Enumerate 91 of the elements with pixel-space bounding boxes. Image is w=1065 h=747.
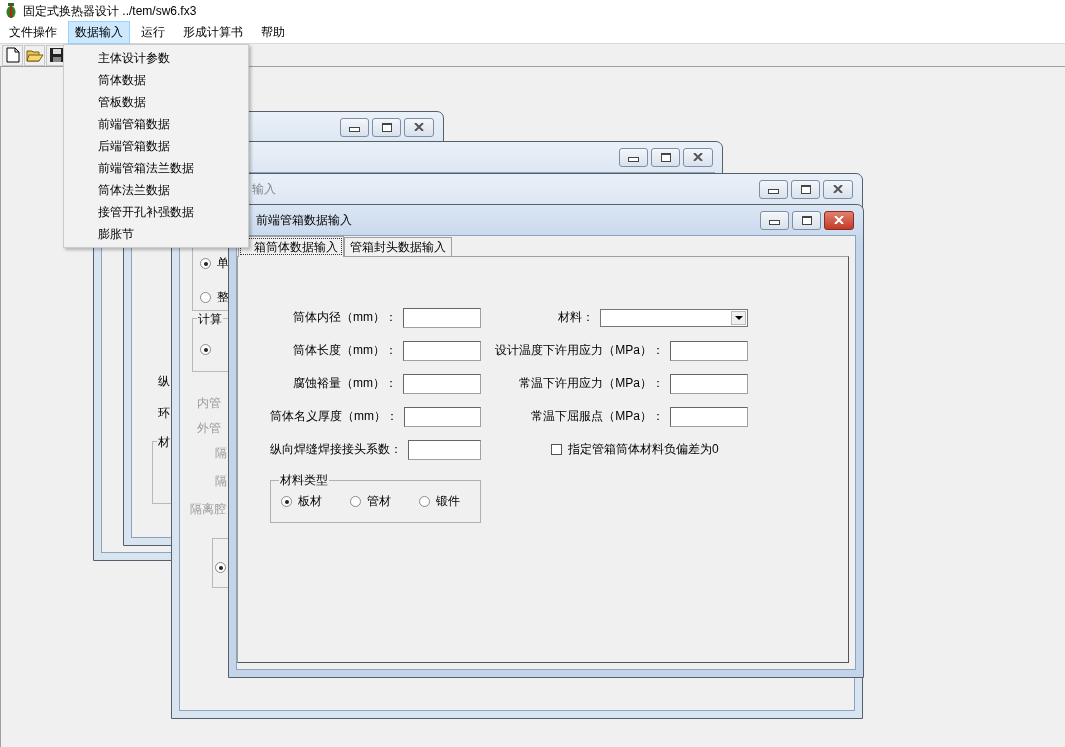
- maximize-button[interactable]: [651, 147, 680, 167]
- field-label: 隔离腔: [190, 501, 226, 518]
- field-label: 腐蚀裕量（mm）：: [293, 375, 397, 392]
- field-label: 内管: [197, 395, 221, 412]
- maximize-button[interactable]: [372, 117, 401, 137]
- group-label: 材: [157, 434, 171, 451]
- restore-icon: [800, 184, 811, 194]
- group-label: 材料类型: [279, 472, 329, 489]
- blank-page-icon: [5, 47, 20, 63]
- field-label: 材料：: [558, 309, 594, 326]
- window-title: 前端管箱数据输入: [255, 211, 352, 229]
- menu-entry[interactable]: 前端管箱数据: [64, 113, 248, 135]
- radio-label: 单: [217, 255, 229, 272]
- menu-entry[interactable]: 主体设计参数: [64, 47, 248, 69]
- restore-icon: [660, 152, 671, 162]
- radio-button[interactable]: [281, 496, 292, 507]
- input-field[interactable]: [403, 373, 481, 394]
- new-file-button[interactable]: [2, 44, 23, 66]
- radio-button[interactable]: [200, 292, 211, 303]
- minimize-button[interactable]: [340, 117, 369, 137]
- menu-entry[interactable]: 前端管箱法兰数据: [64, 157, 248, 179]
- input-field[interactable]: [670, 406, 748, 427]
- maximize-button[interactable]: [792, 210, 821, 230]
- checkbox[interactable]: [551, 444, 562, 455]
- menu-item[interactable]: 文件操作: [2, 21, 64, 44]
- input-field[interactable]: [670, 340, 748, 361]
- radio-label: 板材: [298, 493, 322, 510]
- field-label: 外管: [197, 420, 221, 437]
- checkbox-label: 指定管箱筒体材料负偏差为0: [568, 441, 719, 458]
- close-button[interactable]: [404, 117, 434, 137]
- minimize-icon: [349, 126, 360, 132]
- group-label: 计算: [197, 311, 223, 328]
- radio-button[interactable]: [419, 496, 430, 507]
- menu-entry[interactable]: 筒体数据: [64, 69, 248, 91]
- radio-button[interactable]: [215, 562, 226, 573]
- field-label: 常温下屈服点（MPa）：: [531, 408, 664, 425]
- minimize-button[interactable]: [619, 147, 648, 167]
- restore-icon: [801, 215, 812, 225]
- material-dropdown[interactable]: [600, 308, 748, 327]
- tab[interactable]: 管箱封头数据输入: [344, 237, 452, 256]
- close-icon: [834, 216, 844, 224]
- restore-icon: [381, 122, 392, 132]
- window-title: 输入: [251, 180, 276, 198]
- radio-button[interactable]: [200, 258, 211, 269]
- dropdown-arrow-button[interactable]: [731, 310, 746, 325]
- field-label: 纵向焊缝焊接接头系数：: [270, 441, 402, 458]
- radio-label: 管材: [367, 493, 391, 510]
- menu-entry[interactable]: 管板数据: [64, 91, 248, 113]
- tab[interactable]: 箱筒体数据输入: [238, 236, 344, 257]
- field-label: 隔: [215, 445, 227, 462]
- input-field[interactable]: [404, 406, 481, 427]
- minimize-icon: [768, 188, 779, 194]
- input-field[interactable]: [670, 373, 748, 394]
- close-icon: [833, 185, 843, 193]
- open-button[interactable]: [24, 44, 45, 66]
- input-field[interactable]: [403, 307, 481, 328]
- menu-item[interactable]: 形成计算书: [176, 21, 250, 44]
- minimize-icon: [769, 219, 780, 225]
- minimize-button[interactable]: [759, 179, 788, 199]
- close-button[interactable]: [824, 210, 854, 230]
- close-icon: [414, 123, 424, 131]
- field-label: 筒体名义厚度（mm）：: [270, 408, 398, 425]
- menu-item[interactable]: 运行: [134, 21, 172, 44]
- field-label: 筒体内径（mm）：: [293, 309, 397, 326]
- close-button[interactable]: [683, 147, 713, 167]
- field-label: 常温下许用应力（MPa）：: [519, 375, 664, 392]
- menu-item[interactable]: 数据输入: [68, 21, 130, 44]
- field-label: 筒体长度（mm）：: [293, 342, 397, 359]
- minimize-button[interactable]: [760, 210, 789, 230]
- app-icon: [6, 3, 16, 19]
- caret-icon: [734, 315, 743, 320]
- menu-entry[interactable]: 筒体法兰数据: [64, 179, 248, 201]
- radio-button[interactable]: [350, 496, 361, 507]
- radio-label: 锻件: [436, 493, 460, 510]
- folder-icon: [25, 47, 44, 63]
- input-field[interactable]: [403, 340, 481, 361]
- menu-entry[interactable]: 接管开孔补强数据: [64, 201, 248, 223]
- radio-button[interactable]: [200, 344, 211, 355]
- maximize-button[interactable]: [791, 179, 820, 199]
- close-icon: [693, 153, 703, 161]
- input-field[interactable]: [408, 439, 481, 460]
- app-title: 固定式换热器设计 ../tem/sw6.fx3: [23, 2, 197, 20]
- close-button[interactable]: [823, 179, 853, 199]
- field-label: 环: [158, 405, 170, 422]
- radio-label: 整: [217, 289, 229, 306]
- menu-entry[interactable]: 后端管箱数据: [64, 135, 248, 157]
- field-label: 隔: [215, 473, 227, 490]
- menu-item[interactable]: 帮助: [254, 21, 292, 44]
- field-label: 纵: [158, 373, 170, 390]
- field-label: 设计温度下许用应力（MPa）：: [495, 342, 664, 359]
- minimize-icon: [628, 156, 639, 162]
